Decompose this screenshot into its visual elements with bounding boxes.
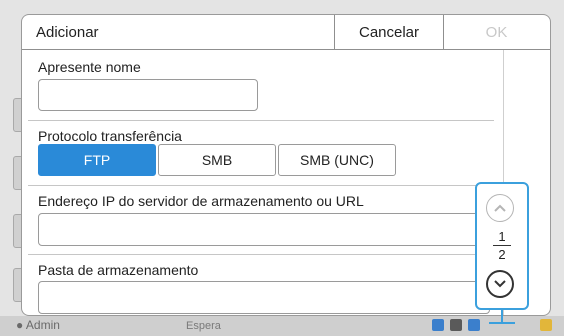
page-fraction-line xyxy=(493,245,511,246)
dialog-title-bar: Adicionar Cancelar OK xyxy=(22,15,550,50)
chevron-up-icon xyxy=(494,204,506,212)
server-address-input[interactable] xyxy=(38,213,490,246)
background-user-label: Admin xyxy=(25,318,60,332)
scroll-down-button[interactable] xyxy=(486,270,514,298)
section-divider xyxy=(28,254,494,255)
protocol-smb-unc-button[interactable]: SMB (UNC) xyxy=(278,144,396,176)
chevron-down-icon xyxy=(494,280,506,288)
network-icon xyxy=(432,319,444,331)
dialog-title: Adicionar xyxy=(36,24,99,41)
document-icon xyxy=(468,319,480,331)
protocol-ftp-button[interactable]: FTP xyxy=(38,144,156,176)
background-user: ● Admin xyxy=(16,318,60,332)
protocol-label: Protocolo transferência xyxy=(38,128,182,144)
page-total: 2 xyxy=(498,247,506,262)
page-current: 1 xyxy=(498,229,506,244)
background-status-label: Espera xyxy=(186,320,221,332)
page-scroll-control: 1 2 xyxy=(475,182,529,310)
section-divider xyxy=(28,120,494,121)
page-indicator: 1 2 xyxy=(477,229,527,262)
dialog-content: Apresente nome Protocolo transferência F… xyxy=(22,50,502,315)
server-label: Endereço IP do servidor de armazenamento… xyxy=(38,193,364,209)
callout-line xyxy=(489,322,515,324)
cancel-button[interactable]: Cancelar xyxy=(334,15,444,49)
folder-input[interactable] xyxy=(38,281,490,314)
name-label: Apresente nome xyxy=(38,59,141,75)
protocol-smb-button[interactable]: SMB xyxy=(158,144,276,176)
section-divider xyxy=(28,185,494,186)
add-dialog: Adicionar Cancelar OK Apresente nome Pro… xyxy=(22,15,550,315)
scroll-up-button[interactable] xyxy=(486,194,514,222)
printer-icon xyxy=(450,319,462,331)
folder-label: Pasta de armazenamento xyxy=(38,262,199,278)
callout-line xyxy=(501,310,503,322)
alert-icon xyxy=(540,319,552,331)
user-icon: ● xyxy=(16,318,24,332)
name-input[interactable] xyxy=(38,79,258,111)
ok-button[interactable]: OK xyxy=(443,15,550,49)
